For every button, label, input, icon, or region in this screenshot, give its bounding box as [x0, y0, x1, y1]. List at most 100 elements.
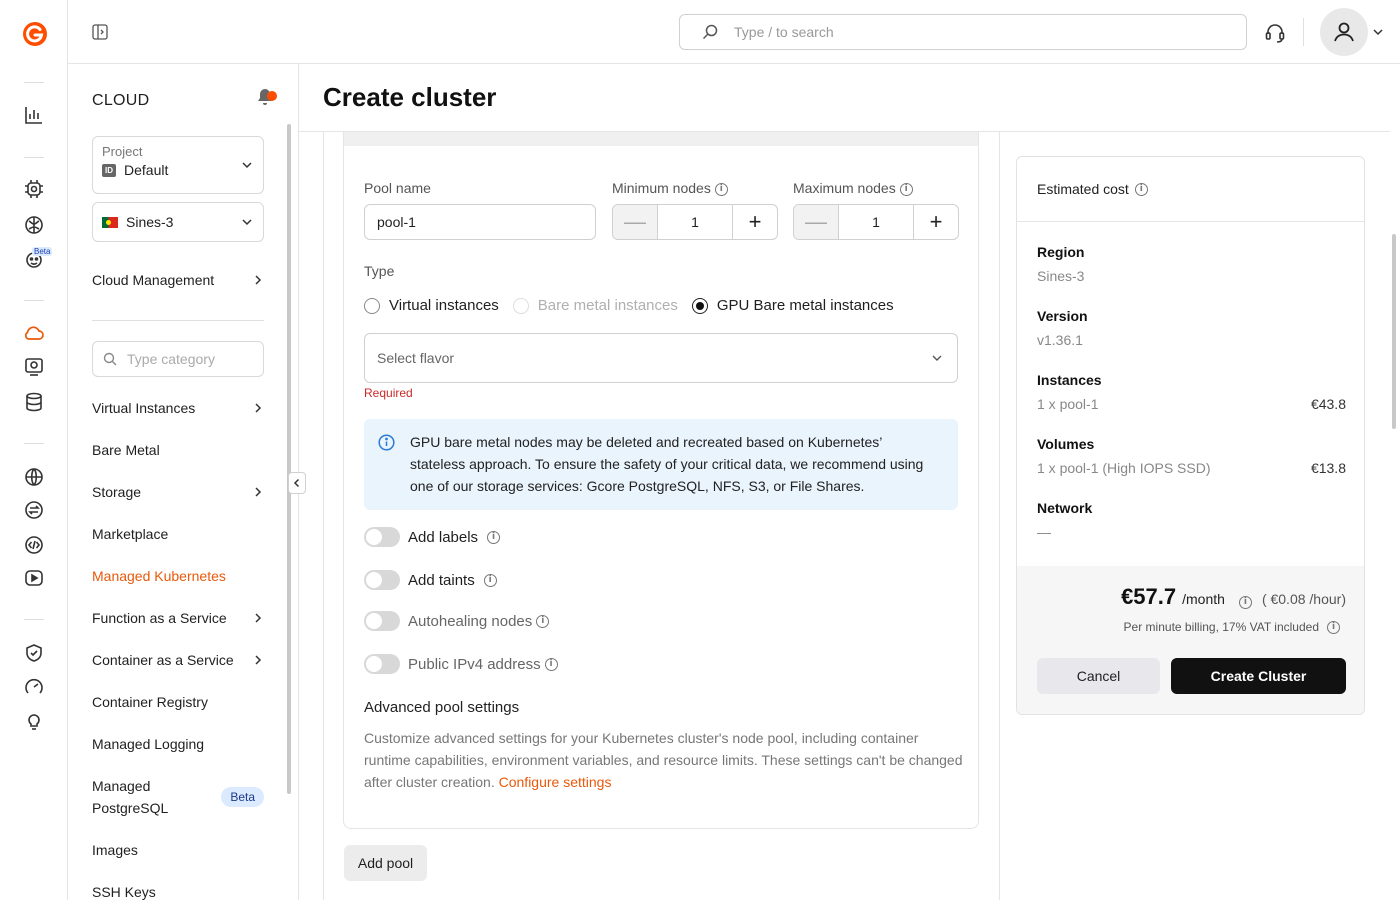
info-icon[interactable]: i — [714, 182, 728, 196]
toggle-label: Add taints — [408, 571, 475, 589]
search-icon — [702, 24, 718, 40]
chip-icon[interactable] — [22, 177, 46, 201]
chevron-right-icon — [255, 655, 262, 665]
cost-price: €13.8 — [1310, 460, 1346, 476]
configure-settings-link[interactable]: Configure settings — [499, 774, 612, 790]
sidebar-item-caas[interactable]: Container as a Service — [92, 639, 264, 681]
info-icon[interactable]: i — [1238, 595, 1252, 609]
radio-dot — [691, 297, 708, 314]
required-error: Required — [364, 386, 413, 400]
info-icon[interactable]: i — [1327, 620, 1340, 634]
increment-button[interactable]: + — [913, 205, 958, 239]
total-cost: €57.7 /month i ( €0.08 /hour) — [1121, 584, 1346, 610]
icon-rail: Beta — [0, 0, 68, 900]
toggle-label: Public IPv4 address — [408, 655, 541, 673]
info-icon[interactable]: i — [536, 614, 550, 628]
sidebar-item-label: Virtual Instances — [92, 400, 196, 416]
max-nodes-value[interactable]: 1 — [839, 205, 913, 239]
switch[interactable] — [364, 654, 400, 674]
cost-label: Volumes — [1037, 436, 1095, 452]
gpu-info-alert: GPU bare metal nodes may be deleted and … — [364, 419, 958, 510]
info-icon[interactable]: i — [487, 530, 501, 544]
region-select[interactable]: Sines-3 — [92, 202, 264, 242]
toggle-add-taints[interactable]: Add taints i — [364, 570, 497, 590]
sidebar-item-managed-postgresql[interactable]: Managed PostgreSQL Beta — [92, 765, 264, 829]
category-input[interactable] — [127, 351, 247, 367]
radio-virtual-instances[interactable]: Virtual instances — [364, 297, 499, 314]
min-nodes-value[interactable]: 1 — [658, 205, 732, 239]
speed-icon[interactable] — [22, 675, 46, 699]
search-input[interactable] — [734, 24, 1184, 40]
create-cluster-button[interactable]: Create Cluster — [1171, 658, 1346, 694]
project-select[interactable]: Project ID Default — [92, 136, 264, 194]
sidebar-item-marketplace[interactable]: Marketplace — [92, 513, 264, 555]
pool-name-input[interactable] — [364, 204, 596, 240]
add-pool-button[interactable]: Add pool — [344, 845, 427, 881]
chevron-right-icon — [255, 487, 262, 497]
sidebar-item-storage[interactable]: Storage — [92, 471, 264, 513]
video-icon[interactable] — [22, 566, 46, 590]
sidebar-item-bare-metal[interactable]: Bare Metal — [92, 429, 264, 471]
brain-icon[interactable] — [22, 213, 46, 237]
sidebar-item-faas[interactable]: Function as a Service — [92, 597, 264, 639]
project-id-icon: ID — [102, 163, 116, 177]
flavor-select[interactable]: Select flavor — [364, 333, 958, 383]
cloud-icon[interactable] — [22, 321, 46, 345]
toggle-add-labels[interactable]: Add labels i — [364, 527, 501, 547]
decrement-button[interactable]: — — [794, 205, 839, 239]
sidebar-item-label: Function as a Service — [92, 610, 227, 626]
toggle-autohealing[interactable]: Autohealing nodes i — [364, 611, 550, 631]
chevron-down-icon[interactable] — [1372, 26, 1384, 38]
sidebar-item-container-registry[interactable]: Container Registry — [92, 681, 264, 723]
cost-value: Sines-3 — [1037, 268, 1085, 284]
region-value: Sines-3 — [126, 214, 174, 230]
sidebar-item-images[interactable]: Images — [92, 829, 264, 871]
switch[interactable] — [364, 527, 400, 547]
database-icon[interactable] — [22, 390, 46, 414]
cancel-button[interactable]: Cancel — [1037, 658, 1160, 694]
monitor-icon[interactable] — [22, 355, 46, 379]
cost-value: — — [1037, 524, 1051, 540]
info-icon[interactable]: i — [544, 657, 558, 671]
sync-icon[interactable] — [22, 498, 46, 522]
sidebar-item-cloud-management[interactable]: Cloud Management — [92, 272, 264, 288]
switch[interactable] — [364, 611, 400, 631]
globe-icon[interactable] — [22, 465, 46, 489]
sidebar-item-ssh-keys[interactable]: SSH Keys — [92, 871, 264, 900]
increment-button[interactable]: + — [732, 205, 777, 239]
analytics-icon[interactable] — [22, 103, 46, 127]
info-icon[interactable]: i — [1134, 182, 1148, 196]
sidebar-scrollbar[interactable] — [287, 124, 291, 794]
shield-icon[interactable] — [22, 641, 46, 665]
sidebar-item-managed-logging[interactable]: Managed Logging — [92, 723, 264, 765]
min-nodes-stepper: — 1 + — [612, 204, 778, 240]
collapse-sidebar-button[interactable] — [288, 472, 306, 494]
user-avatar[interactable] — [1320, 8, 1368, 56]
info-icon[interactable]: i — [899, 182, 913, 196]
sidebar-item-label: SSH Keys — [92, 884, 156, 900]
sidebar-item-managed-kubernetes[interactable]: Managed Kubernetes — [92, 555, 264, 597]
main-scrollbar[interactable] — [1392, 234, 1396, 429]
sidebar-item-label: Managed Logging — [92, 736, 205, 752]
headset-icon[interactable] — [1264, 22, 1286, 44]
sidebar-item-virtual-instances[interactable]: Virtual Instances — [92, 387, 264, 429]
global-search[interactable] — [679, 14, 1247, 50]
cost-value: v1.36.1 — [1037, 332, 1083, 348]
sidebar-nav: Virtual Instances Bare Metal Storage Mar… — [92, 387, 264, 900]
type-label: Type — [364, 263, 395, 279]
page-title: Create cluster — [323, 82, 497, 112]
code-icon[interactable] — [22, 533, 46, 557]
gcore-logo-icon[interactable] — [21, 20, 49, 48]
toggle-public-ipv4[interactable]: Public IPv4 address i — [364, 654, 558, 674]
sidebar-toggle-icon[interactable] — [92, 24, 108, 40]
advanced-pool-title: Advanced pool settings — [364, 699, 520, 716]
radio-gpu-bare-metal-instances[interactable]: GPU Bare metal instances — [691, 297, 894, 314]
lightbulb-icon[interactable] — [22, 709, 46, 733]
sidebar-item-label: Images — [92, 842, 138, 858]
switch[interactable] — [364, 570, 400, 590]
category-search[interactable] — [92, 341, 264, 377]
radio-label: Virtual instances — [389, 297, 499, 314]
decrement-button[interactable]: — — [613, 205, 658, 239]
info-icon[interactable]: i — [483, 573, 497, 587]
advanced-pool-description: Customize advanced settings for your Kub… — [364, 727, 964, 793]
